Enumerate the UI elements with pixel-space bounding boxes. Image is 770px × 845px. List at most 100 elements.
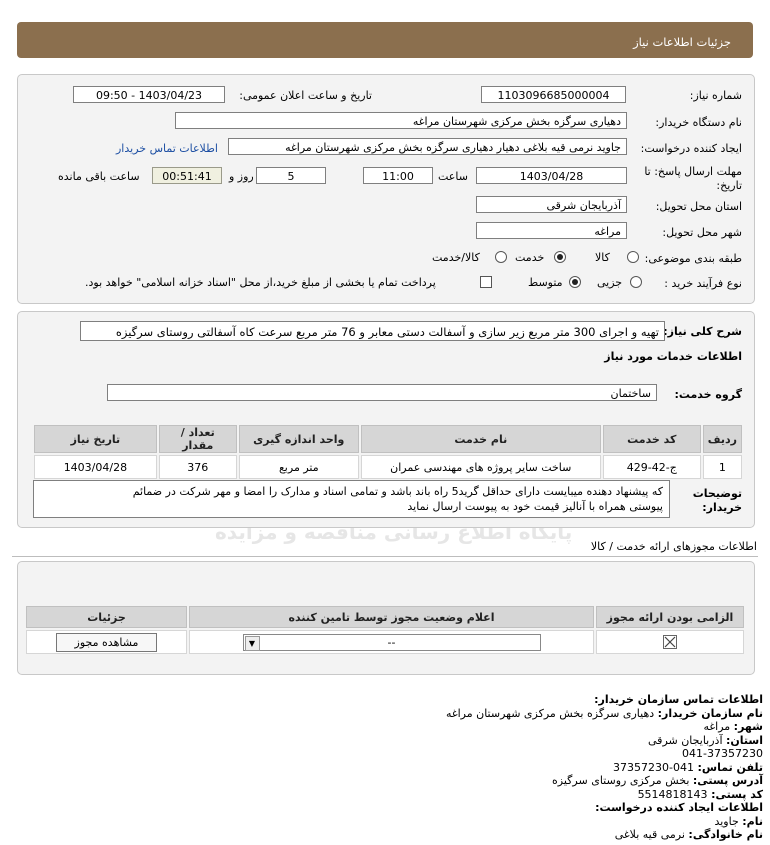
need-number-field[interactable]: 1103096685000004 xyxy=(481,86,626,103)
deadline-date-field[interactable]: 1403/04/28 xyxy=(476,167,627,184)
buyer-notes-field[interactable]: که پیشنهاد دهنده میبایست دارای حداقل گری… xyxy=(33,480,670,518)
contact-fax: تلفن تماس: 041-37357230 xyxy=(23,761,763,775)
contact-postal: کد پستی: 5514818143 xyxy=(23,788,763,802)
creator-name: نام: جاوید xyxy=(23,815,763,829)
contact-city-value: مراغه xyxy=(703,720,731,733)
col-unit: واحد اندازه گیری xyxy=(238,425,359,453)
permits-title: اطلاعات مجوزهای ارائه خدمت / کالا xyxy=(590,540,757,553)
contact-address-label: آدرس پستی: xyxy=(692,774,763,787)
buyer-label: نام دستگاه خریدار: xyxy=(655,116,742,129)
process-medium-radio[interactable] xyxy=(569,276,581,288)
view-permit-button[interactable]: مشاهده مجوز xyxy=(55,632,158,652)
creator-family: نام خانوادگی: نرمی قیه بلاغی xyxy=(23,828,763,842)
deadline-label-line2: تاریخ: xyxy=(716,179,742,192)
page-header: جزئیات اطلاعات نیاز xyxy=(17,22,753,58)
treasury-note: پرداخت تمام یا بخشی از مبلغ خرید،از محل … xyxy=(85,276,436,289)
col-details: جزئیات xyxy=(26,606,187,628)
city-field[interactable]: مراغه xyxy=(476,222,627,239)
services-table: ردیف کد خدمت نام خدمت واحد اندازه گیری ت… xyxy=(32,423,744,481)
days-field[interactable]: 5 xyxy=(256,167,326,184)
deadline-time-field[interactable]: 11:00 xyxy=(363,167,433,184)
services-table-header: ردیف کد خدمت نام خدمت واحد اندازه گیری ت… xyxy=(34,425,742,453)
col-code: کد خدمت xyxy=(602,425,701,453)
service-group-field[interactable]: ساختمان xyxy=(107,384,657,401)
table-row: -- ▼ مشاهده مجوز xyxy=(26,630,744,654)
announce-field[interactable]: 1403/04/23 - 09:50 xyxy=(73,86,225,103)
announce-label: تاریخ و ساعت اعلان عمومی: xyxy=(239,89,372,102)
contact-org-label: نام سازمان خریدار: xyxy=(657,706,763,720)
col-date: تاریخ نیاز xyxy=(34,425,157,453)
contact-phone-bare: 041-37357230 xyxy=(682,747,763,760)
need-number-label: شماره نیاز: xyxy=(689,89,742,102)
contact-org-value: دهیاری سرگزه بخش مرکزی شهرستان مراغه xyxy=(445,706,655,720)
category-service-label: خدمت xyxy=(515,251,545,264)
process-partial-radio[interactable] xyxy=(630,276,642,288)
permits-table: الزامی بودن ارائه مجوز اعلام وضعیت مجوز … xyxy=(24,604,746,656)
creator-family-value: نرمی قیه بلاغی xyxy=(614,828,685,841)
contact-fax-label: تلفن تماس: xyxy=(697,760,763,774)
permits-table-header: الزامی بودن ارائه مجوز اعلام وضعیت مجوز … xyxy=(26,606,744,628)
days-label: روز و xyxy=(229,170,254,183)
contact-section: اطلاعات تماس سازمان خریدار: نام سازمان خ… xyxy=(23,693,763,842)
cross-icon xyxy=(664,636,676,648)
buyer-contact-link[interactable]: اطلاعات تماس خریدار xyxy=(116,142,218,155)
city-label: شهر محل تحویل: xyxy=(662,226,742,239)
creator-name-label: نام: xyxy=(742,814,763,828)
category-label: طبقه بندی موضوعی: xyxy=(644,252,742,265)
contact-city: شهر: مراغه xyxy=(23,720,764,734)
category-goods-radio[interactable] xyxy=(627,251,639,263)
cell-code: ج-42-429 xyxy=(602,455,701,479)
contact-province: استان: آذربایجان شرقی xyxy=(23,734,763,748)
summary-label: شرح کلی نیاز: xyxy=(663,325,742,338)
chevron-down-icon[interactable]: ▼ xyxy=(244,635,260,651)
required-checkbox[interactable] xyxy=(663,635,677,649)
process-label: نوع فرآیند خرید : xyxy=(664,277,742,290)
buyer-field[interactable]: دهیاری سرگزه بخش مرکزی شهرستان مراغه xyxy=(175,112,627,129)
col-required: الزامی بودن ارائه مجوز xyxy=(596,606,744,628)
service-group-label: گروه خدمت: xyxy=(674,388,742,401)
col-status: اعلام وضعیت مجوز توسط تامین کننده xyxy=(189,606,594,628)
process-medium-label: متوسط xyxy=(528,276,563,289)
contact-province-label: استان: xyxy=(726,733,763,747)
col-row: ردیف xyxy=(702,425,742,453)
category-goods-label: کالا xyxy=(595,251,610,264)
contact-province-value: آذربایجان شرقی xyxy=(648,733,723,747)
services-title: اطلاعات خدمات مورد نیاز xyxy=(604,350,742,363)
remaining-time-field: 00:51:41 xyxy=(152,167,222,184)
page-title: جزئیات اطلاعات نیاز xyxy=(633,35,731,49)
deadline-label-line1: مهلت ارسال پاسخ: تا xyxy=(644,165,742,178)
contact-postal-value: 5514818143 xyxy=(637,787,708,801)
category-service-radio[interactable] xyxy=(554,251,566,263)
category-both-radio[interactable] xyxy=(495,251,507,263)
status-cell: -- ▼ xyxy=(189,630,594,654)
cell-row: 1 xyxy=(702,455,742,479)
cell-qty: 376 xyxy=(158,455,237,479)
creator-field[interactable]: جاوید نرمی قیه بلاغی دهیار دهیاری سرگزه … xyxy=(228,138,627,155)
summary-field[interactable]: تهیه و اجرای 300 متر مربع زیر سازی و آسف… xyxy=(80,321,665,341)
permit-status-select[interactable]: -- ▼ xyxy=(242,633,541,651)
buyer-notes-label-line2: خریدار: xyxy=(702,501,742,514)
province-field[interactable]: آذربایجان شرقی xyxy=(476,196,627,213)
creator-family-label: نام خانوادگی: xyxy=(688,828,763,841)
contact-title: اطلاعات تماس سازمان خریدار: xyxy=(594,693,763,706)
treasury-checkbox[interactable] xyxy=(480,276,492,288)
creator-name-value: جاوید xyxy=(714,814,739,828)
contact-city-label: شهر: xyxy=(733,720,763,733)
contact-postal-label: کد پستی: xyxy=(711,787,763,801)
permit-status-value: -- xyxy=(387,635,396,649)
cell-name: ساخت سایر پروژه های مهندسی عمران xyxy=(360,455,601,479)
permits-divider xyxy=(12,556,758,557)
contact-fax-value: 041-37357230 xyxy=(613,760,695,774)
creator-info-title: اطلاعات ایجاد کننده درخواست: xyxy=(595,801,763,814)
contact-address-value: بخش مرکزی روستای سرگیزه xyxy=(552,774,690,787)
creator-label: ایجاد کننده درخواست: xyxy=(640,142,742,155)
cell-unit: متر مربع xyxy=(238,455,359,479)
col-qty: تعداد / مقدار xyxy=(158,425,237,453)
deadline-label: مهلت ارسال پاسخ: تا تاریخ: xyxy=(644,165,742,193)
buyer-notes-label-line1: توضیحات xyxy=(692,487,742,500)
buyer-notes-line2: پیوستی همراه با آنالیز قیمت خود به پیوست… xyxy=(407,500,663,513)
contact-org: نام سازمان خریدار: دهیاری سرگزه بخش مرکز… xyxy=(23,707,763,721)
table-row[interactable]: 1 ج-42-429 ساخت سایر پروژه های مهندسی عم… xyxy=(34,455,742,479)
process-partial-label: جزیی xyxy=(597,276,623,289)
cell-date: 1403/04/28 xyxy=(34,455,157,479)
